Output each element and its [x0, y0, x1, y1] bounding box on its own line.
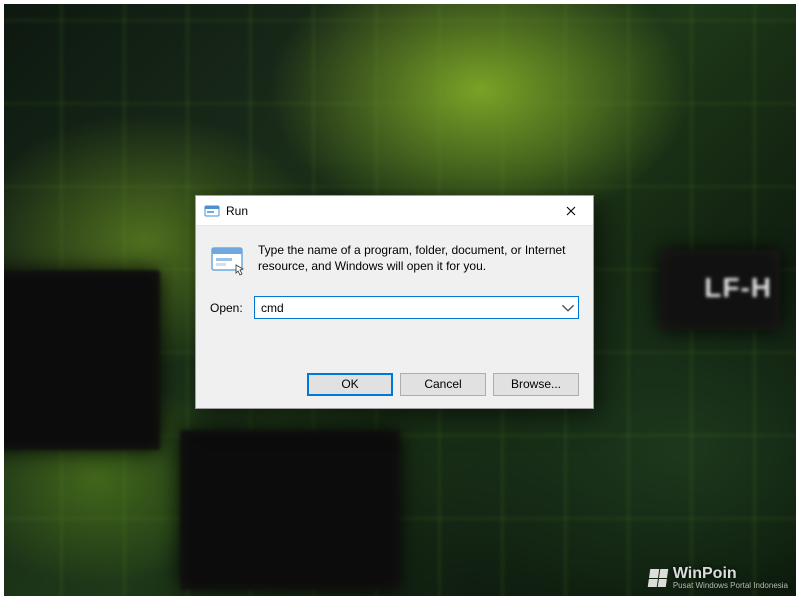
image-frame	[0, 0, 800, 600]
